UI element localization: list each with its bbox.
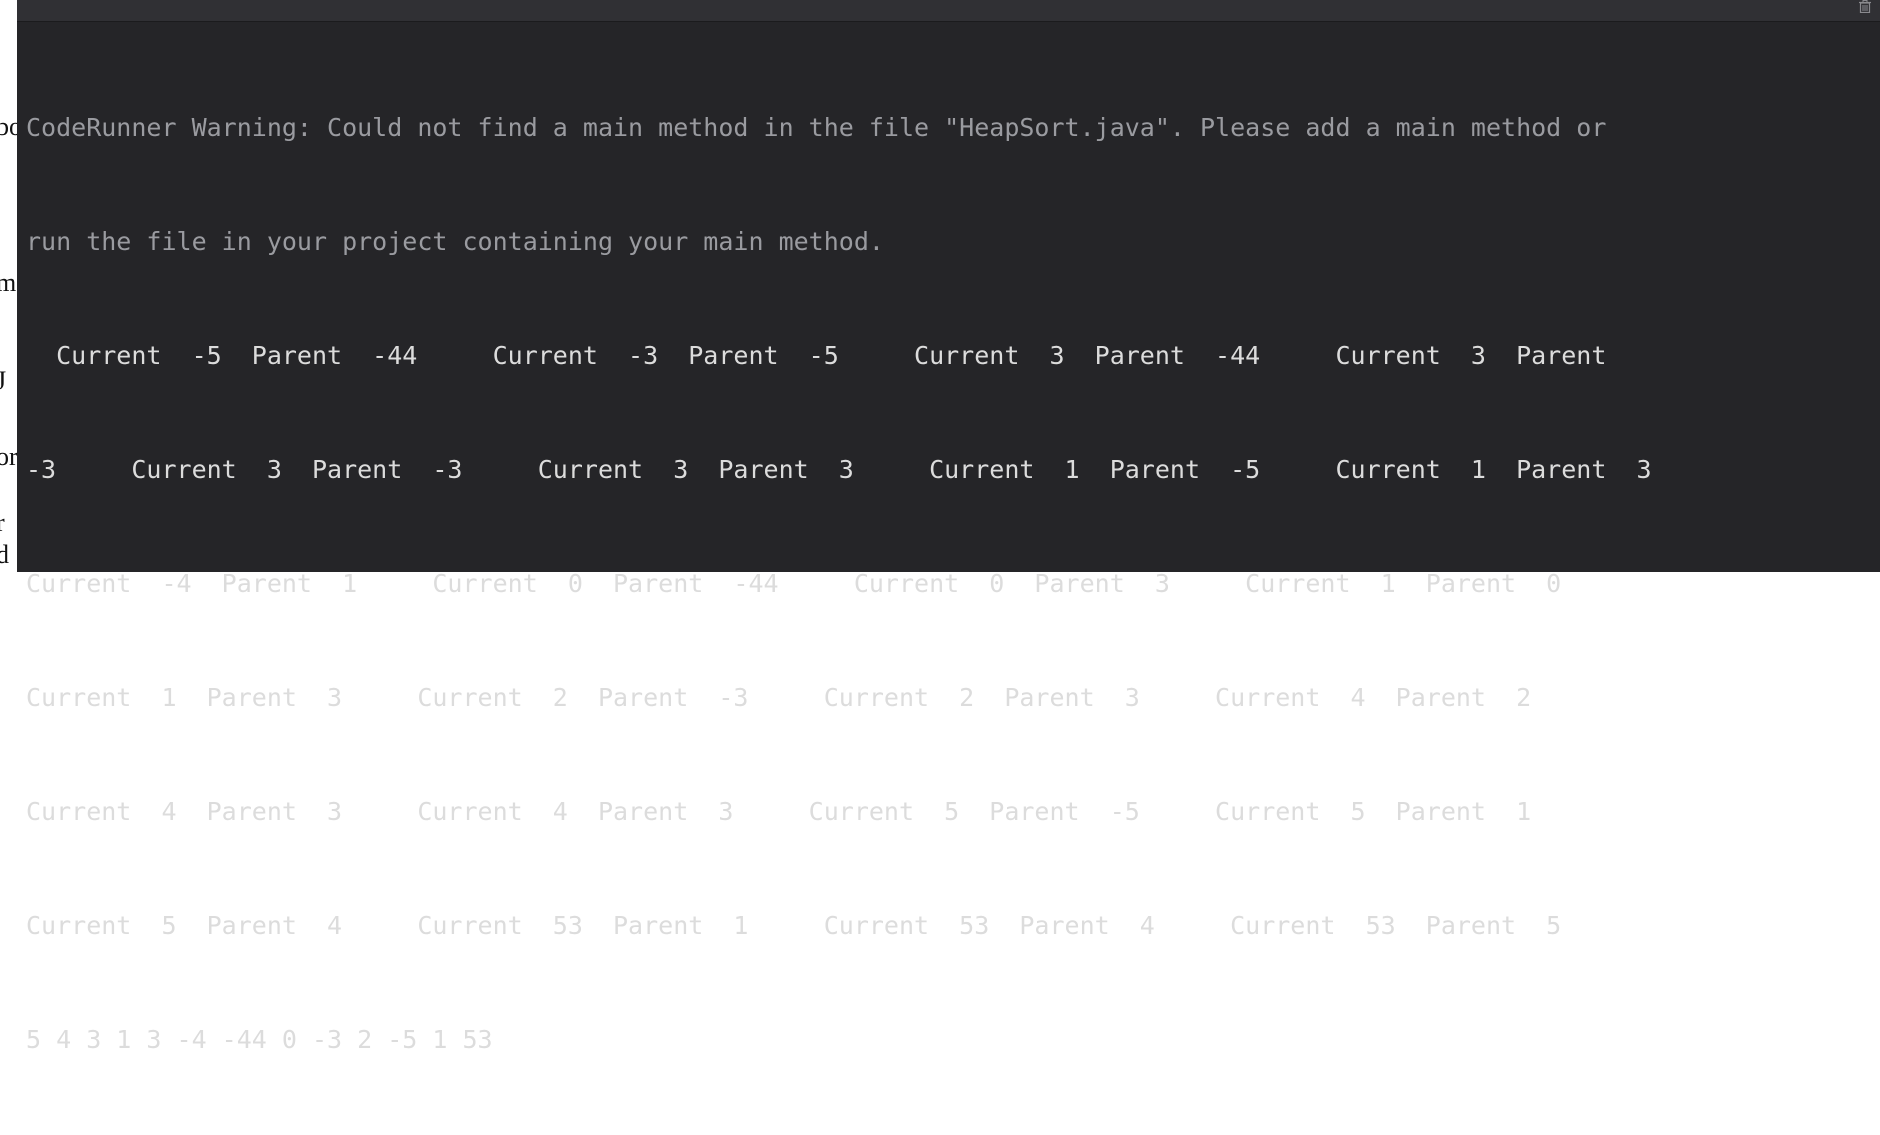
warning-line: run the file in your project containing … [26,227,884,256]
output-line: Current 5 Parent 4 Current 53 Parent 1 C… [26,911,1562,940]
background-text-fragment: d [0,540,9,569]
background-text-fragment: m [0,268,17,297]
output-line: Current 1 Parent 3 Current 2 Parent -3 C… [26,683,1532,712]
background-document-edge: bo m J or r d [0,0,17,572]
background-text-fragment: r [0,508,5,537]
output-panel: CodeRunner Warning: Could not find a mai… [17,0,1880,1054]
background-text-fragment: bo [0,112,17,141]
output-line: Current -5 Parent -44 Current -3 Parent … [26,341,1607,370]
output-line: Current -4 Parent 1 Current 0 Parent -44… [26,569,1562,598]
console-output[interactable]: CodeRunner Warning: Could not find a mai… [26,33,1876,1135]
background-text-fragment: J [0,366,7,395]
warning-line: CodeRunner Warning: Could not find a mai… [26,113,1607,142]
output-line: Current 4 Parent 3 Current 4 Parent 3 Cu… [26,797,1532,826]
trash-icon[interactable] [1858,0,1872,14]
output-panel-header [17,0,1880,22]
trash-icon-glyph [1859,0,1871,14]
output-line: 5 4 3 1 3 -4 -44 0 -3 2 -5 1 53 [26,1025,493,1054]
output-line: -3 Current 3 Parent -3 Current 3 Parent … [26,455,1652,484]
background-text-fragment: or [0,442,17,471]
